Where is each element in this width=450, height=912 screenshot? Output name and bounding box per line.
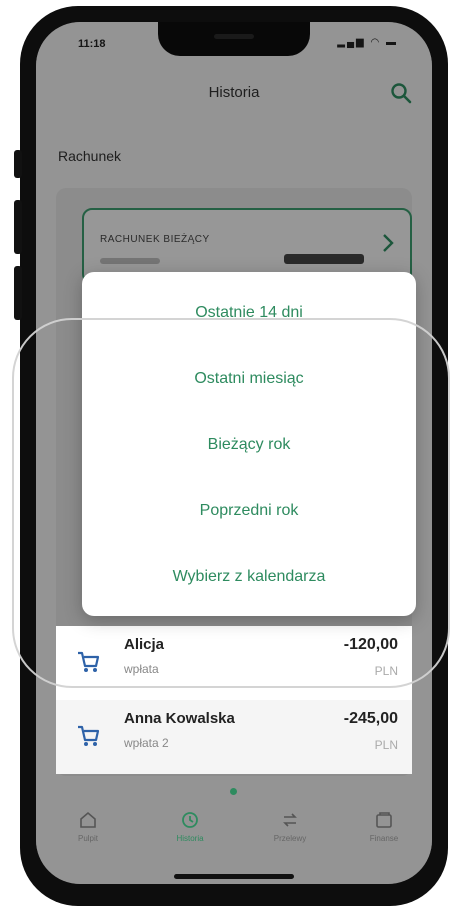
transfer-icon xyxy=(283,813,297,827)
nav-item-finanse[interactable]: Finanse xyxy=(344,802,424,843)
mute-switch xyxy=(14,150,22,178)
menu-item-last-month[interactable]: Ostatni miesiąc xyxy=(82,370,416,388)
nav-item-przelewy[interactable]: Przelewy xyxy=(250,802,330,843)
transaction-name: Alicja xyxy=(124,636,165,653)
history-icon xyxy=(182,812,198,828)
transaction-amount: -245,00 xyxy=(343,710,398,727)
cart-icon xyxy=(78,651,100,672)
menu-item-previous-year[interactable]: Poprzedni rok xyxy=(82,502,416,520)
transaction-type: wpłata xyxy=(124,662,159,676)
menu-item-choose-from-calendar[interactable]: Wybierz z kalendarza xyxy=(82,568,416,586)
nav-label: Przelewy xyxy=(273,834,307,843)
transaction-currency: PLN xyxy=(374,738,398,752)
menu-item-last-14-days[interactable]: Ostatnie 14 dni xyxy=(82,304,416,322)
cart-icon xyxy=(78,725,100,746)
wallet-icon xyxy=(376,812,392,828)
nav-label: Pulpit xyxy=(77,834,98,843)
home-icon xyxy=(80,811,96,828)
nav-label: Finanse xyxy=(369,834,399,843)
page-indicator-dot xyxy=(230,788,237,795)
bottom-nav: Pulpit Historia Przelewy Finanse xyxy=(36,802,432,854)
transaction-type: wpłata 2 xyxy=(124,736,169,750)
transaction-row[interactable]: Anna Kowalska wpłata 2 -245,00 PLN xyxy=(56,700,412,774)
transaction-name: Anna Kowalska xyxy=(124,710,235,727)
nav-label: Historia xyxy=(176,834,204,843)
menu-item-current-year[interactable]: Bieżący rok xyxy=(82,436,416,454)
transaction-currency: PLN xyxy=(374,664,398,678)
nav-item-historia[interactable]: Historia xyxy=(150,802,230,843)
home-indicator[interactable] xyxy=(174,874,294,879)
nav-item-pulpit[interactable]: Pulpit xyxy=(48,802,128,843)
volume-down-button xyxy=(14,266,22,320)
transaction-amount: -120,00 xyxy=(343,636,398,653)
volume-up-button xyxy=(14,200,22,254)
date-range-menu: Ostatnie 14 dni Ostatni miesiąc Bieżący … xyxy=(82,272,416,616)
app-screen: 11:18 ▂▄▆ ◠ ▬ Historia Rachunek RACHUNEK… xyxy=(36,22,432,884)
transaction-row[interactable]: Alicja wpłata -120,00 PLN xyxy=(56,626,412,700)
